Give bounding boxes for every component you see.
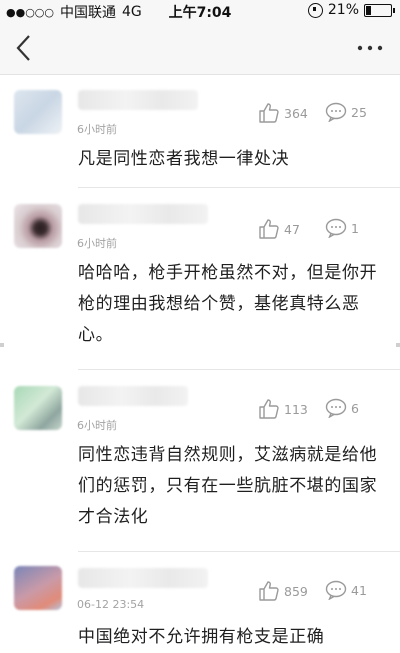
thumbs-up-icon — [259, 399, 279, 419]
avatar[interactable] — [14, 204, 62, 248]
like-count: 113 — [284, 401, 308, 417]
comment-text: 哈哈哈，枪手开枪虽然不对，但是你开枪的理由我想给个赞，基佬真特么恶心。 — [78, 263, 378, 345]
ellipsis-icon — [357, 45, 383, 51]
avatar[interactable] — [14, 566, 62, 610]
reply-button[interactable]: 6 — [325, 398, 359, 418]
comment-item: 6小时前 364 25 凡是同性恋者我想一律处决 — [0, 74, 400, 188]
comment-text: 同性恋违背自然规则，艾滋病就是给他们的惩罚，只有在一些肮脏不堪的国家才合法化 — [78, 445, 378, 527]
status-bar: ●●○○○ 中国联通 4G 上午7:04 21% — [0, 0, 400, 22]
reply-count: 6 — [351, 400, 359, 416]
comment-time: 6小时前 — [77, 237, 117, 250]
like-button[interactable]: 47 — [258, 218, 300, 240]
like-count: 364 — [284, 105, 308, 121]
more-button[interactable] — [352, 36, 388, 60]
thumbs-up-icon — [259, 219, 279, 239]
comment-bubble-icon — [325, 398, 347, 418]
reply-button[interactable]: 25 — [325, 102, 367, 122]
like-button[interactable]: 364 — [258, 102, 308, 124]
back-button[interactable] — [10, 32, 40, 64]
edge-marker — [0, 343, 4, 347]
username-redacted[interactable] — [78, 386, 188, 406]
comment-bubble-icon — [325, 102, 347, 122]
avatar[interactable] — [14, 386, 62, 430]
battery-percent: 21% — [327, 2, 359, 18]
battery-icon — [364, 3, 395, 17]
rotation-lock-icon — [307, 2, 323, 18]
reply-count: 25 — [351, 104, 367, 120]
comment-time: 6小时前 — [77, 123, 117, 136]
username-redacted[interactable] — [78, 568, 208, 588]
thumbs-up-icon — [259, 581, 279, 601]
comment-item: 6小时前 113 6 同性恋违背自然规则，艾滋病就是给他们的惩罚，只有在一些肮脏… — [0, 370, 400, 552]
username-redacted[interactable] — [78, 204, 208, 224]
comment-text: 凡是同性恋者我想一律处决 — [78, 149, 290, 169]
comment-time: 6小时前 — [77, 419, 117, 432]
thumbs-up-icon — [259, 103, 279, 123]
username-redacted[interactable] — [78, 90, 198, 110]
status-right: 21% — [307, 2, 395, 18]
like-button[interactable]: 859 — [258, 580, 308, 602]
reply-count: 1 — [351, 220, 359, 236]
comment-text: 中国绝对不允许拥有枪支是正确 — [78, 627, 325, 647]
reply-button[interactable]: 1 — [325, 218, 359, 238]
like-button[interactable]: 113 — [258, 398, 308, 420]
reply-button[interactable]: 41 — [325, 580, 367, 600]
comment-item: 6小时前 47 1 哈哈哈，枪手开枪虽然不对，但是你开枪的理由我想给个赞，基佬真… — [0, 188, 400, 370]
comment-bubble-icon — [325, 580, 347, 600]
comment-time: 06-12 23:54 — [77, 598, 145, 611]
avatar[interactable] — [14, 90, 62, 134]
like-count: 47 — [284, 221, 300, 237]
reply-count: 41 — [351, 582, 367, 598]
chevron-left-icon — [16, 35, 30, 61]
edge-marker — [396, 343, 400, 347]
like-count: 859 — [284, 583, 308, 599]
nav-bar — [0, 22, 400, 75]
comment-item: 06-12 23:54 859 41 中国绝对不允许拥有枪支是正确 — [0, 552, 400, 649]
comment-bubble-icon — [325, 218, 347, 238]
